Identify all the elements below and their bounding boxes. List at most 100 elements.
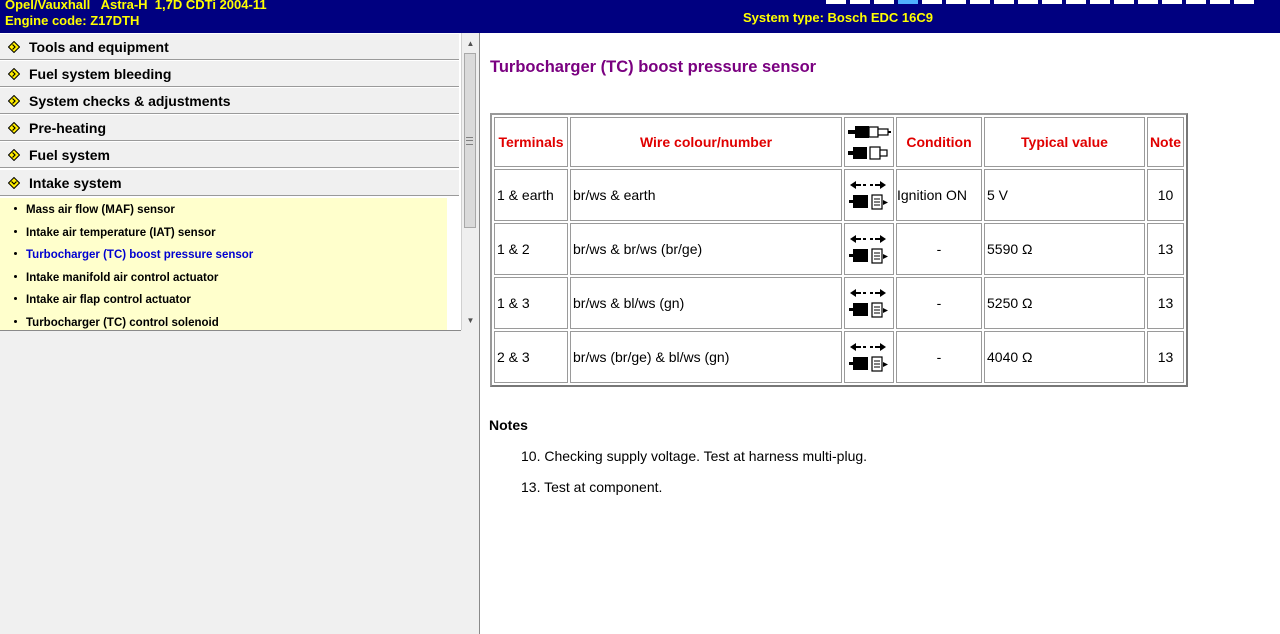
navigation-pane: Tools and equipment Fuel system bleeding…: [0, 33, 480, 634]
cell-condition: -: [896, 331, 982, 383]
nav-item-intake-manifold-actuator[interactable]: Intake manifold air control actuator: [14, 271, 218, 285]
col-header-typical-value: Typical value: [984, 117, 1145, 167]
engine-code: Engine code: Z17DTH: [5, 13, 140, 28]
scroll-up-arrow-icon[interactable]: ▲: [462, 35, 479, 52]
col-header-terminals: Terminals: [494, 117, 568, 167]
table-row: 1 & 2 br/ws & br/ws (br/ge) - 5590 Ω 13: [494, 223, 1184, 275]
scroll-grip-icon: [466, 137, 473, 145]
nav-category-label: Tools and equipment: [29, 38, 169, 55]
vehicle-header: Opel/Vauxhall Astra-H 1,7D CDTi 2004-11 …: [0, 0, 1280, 33]
toolbar-button[interactable]: [1234, 0, 1254, 4]
toolbar-button[interactable]: [898, 0, 918, 4]
note-item: 10. Checking supply voltage. Test at har…: [521, 448, 868, 464]
nav-item-iat-sensor[interactable]: Intake air temperature (IAT) sensor: [14, 226, 216, 240]
cell-note: 13: [1147, 331, 1184, 383]
toolbar-button[interactable]: [1066, 0, 1086, 4]
toolbar-button[interactable]: [994, 0, 1014, 4]
nav-category-label: Fuel system: [29, 146, 110, 163]
toolbar-button[interactable]: [1114, 0, 1134, 4]
table-row: 2 & 3 br/ws (br/ge) & bl/ws (gn) - 4040 …: [494, 331, 1184, 383]
cell-note: 13: [1147, 277, 1184, 329]
yellow-diamond-icon: [8, 40, 20, 53]
bullet-icon: [14, 297, 17, 301]
nav-item-maf-sensor[interactable]: Mass air flow (MAF) sensor: [14, 203, 175, 217]
notes-heading: Notes: [489, 417, 528, 433]
cell-condition: -: [896, 277, 982, 329]
table-row: 1 & 3 br/ws & bl/ws (gn) - 5250 Ω 13: [494, 277, 1184, 329]
nav-category-label: System checks & adjustments: [29, 92, 231, 109]
cell-note: 13: [1147, 223, 1184, 275]
bullet-icon: [14, 230, 17, 234]
nav-category-pre-heating[interactable]: Pre-heating: [0, 114, 459, 141]
note-item: 13. Test at component.: [521, 479, 663, 495]
cell-typical-value: 5 V: [984, 169, 1145, 221]
toolbar-buttons: [826, 0, 1254, 4]
test-values-table: Terminals Wire colour/number Condition T…: [490, 113, 1188, 387]
yellow-diamond-icon: [8, 67, 20, 80]
cell-icon: [844, 277, 894, 329]
bullet-icon: [14, 320, 17, 324]
col-header-wire: Wire colour/number: [570, 117, 842, 167]
cell-terminals: 1 & 3: [494, 277, 568, 329]
cell-condition: Ignition ON: [896, 169, 982, 221]
cell-terminals: 1 & earth: [494, 169, 568, 221]
page-title: Turbocharger (TC) boost pressure sensor: [490, 58, 817, 76]
toolbar-button[interactable]: [874, 0, 894, 4]
bullet-icon: [14, 207, 17, 211]
toolbar-button[interactable]: [826, 0, 846, 4]
toolbar-button[interactable]: [850, 0, 870, 4]
vehicle-title: Opel/Vauxhall Astra-H 1,7D CDTi 2004-11: [5, 0, 267, 12]
scroll-down-arrow-icon[interactable]: ▼: [462, 312, 479, 329]
nav-scrollbar[interactable]: ▲ ▼: [461, 33, 479, 330]
multimeter-connection-icon: [849, 235, 888, 264]
toolbar-button[interactable]: [970, 0, 990, 4]
nav-category-tools[interactable]: Tools and equipment: [0, 33, 459, 60]
multimeter-connection-icon: [849, 343, 888, 372]
nav-category-system-checks[interactable]: System checks & adjustments: [0, 87, 459, 114]
cell-wire: br/ws (br/ge) & bl/ws (gn): [570, 331, 842, 383]
nav-item-tc-boost-pressure-sensor[interactable]: Turbocharger (TC) boost pressure sensor: [14, 248, 253, 262]
multimeter-connection-icon: [849, 289, 888, 318]
navigation-tree: Tools and equipment Fuel system bleeding…: [0, 33, 461, 331]
cell-typical-value: 5590 Ω: [984, 223, 1145, 275]
yellow-diamond-icon: [8, 94, 20, 107]
connector-icon: [848, 126, 891, 160]
cell-note: 10: [1147, 169, 1184, 221]
cell-icon: [844, 331, 894, 383]
yellow-diamond-icon: [8, 121, 20, 134]
table-header-row: Terminals Wire colour/number Condition T…: [494, 117, 1184, 167]
toolbar-button[interactable]: [1210, 0, 1230, 4]
nav-category-fuel-system[interactable]: Fuel system: [0, 141, 459, 168]
toolbar-button[interactable]: [1138, 0, 1158, 4]
multimeter-connection-icon: [849, 181, 888, 210]
nav-category-label: Fuel system bleeding: [29, 65, 172, 82]
toolbar-button[interactable]: [1042, 0, 1062, 4]
toolbar-button[interactable]: [1186, 0, 1206, 4]
toolbar-button[interactable]: [922, 0, 942, 4]
table-row: 1 & earth br/ws & earth Ignition ON 5 V …: [494, 169, 1184, 221]
cell-typical-value: 4040 Ω: [984, 331, 1145, 383]
yellow-diamond-icon: [8, 148, 20, 161]
nav-item-tc-control-solenoid[interactable]: Turbocharger (TC) control solenoid: [14, 316, 219, 330]
toolbar-button[interactable]: [1162, 0, 1182, 4]
bullet-icon: [14, 252, 17, 256]
yellow-diamond-expanded-icon: [8, 176, 20, 189]
content-pane: Turbocharger (TC) boost pressure sensor …: [480, 33, 1280, 634]
intake-system-items: Mass air flow (MAF) sensor Intake air te…: [0, 198, 447, 330]
cell-wire: br/ws & br/ws (br/ge): [570, 223, 842, 275]
cell-icon: [844, 223, 894, 275]
col-header-connector: [844, 117, 894, 167]
col-header-condition: Condition: [896, 117, 982, 167]
bullet-icon: [14, 275, 17, 279]
nav-category-intake-system[interactable]: Intake system: [0, 169, 459, 196]
system-type: System type: Bosch EDC 16C9: [743, 10, 934, 25]
cell-typical-value: 5250 Ω: [984, 277, 1145, 329]
toolbar-button[interactable]: [1090, 0, 1110, 4]
toolbar-button[interactable]: [946, 0, 966, 4]
nav-item-intake-air-flap-actuator[interactable]: Intake air flap control actuator: [14, 293, 191, 307]
nav-category-label: Pre-heating: [29, 119, 107, 136]
nav-category-fuel-bleeding[interactable]: Fuel system bleeding: [0, 60, 459, 87]
cell-wire: br/ws & earth: [570, 169, 842, 221]
cell-terminals: 2 & 3: [494, 331, 568, 383]
toolbar-button[interactable]: [1018, 0, 1038, 4]
